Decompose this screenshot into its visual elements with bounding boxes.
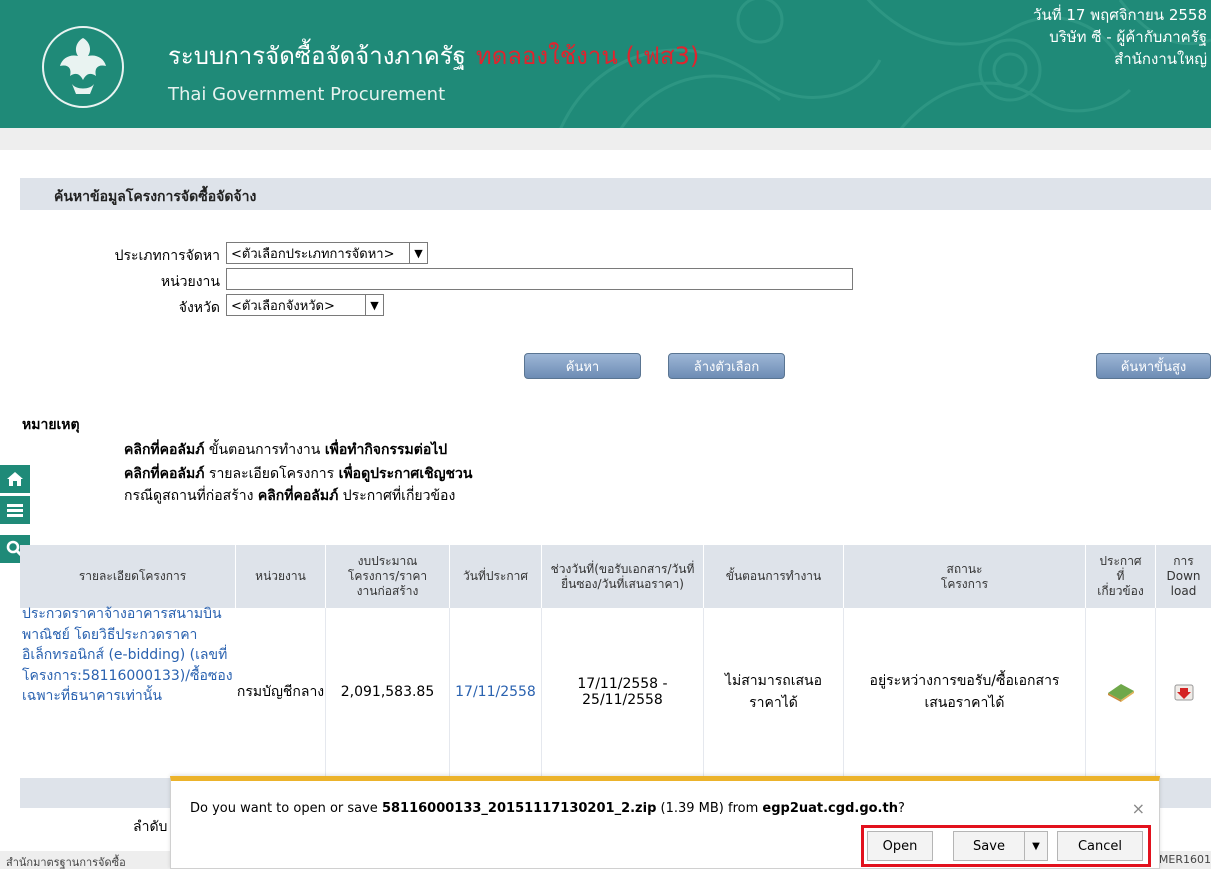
menu-icon[interactable] — [0, 496, 30, 524]
close-icon[interactable]: × — [1132, 799, 1145, 818]
save-options-dropdown[interactable]: ▼ — [1024, 831, 1048, 861]
col-download[interactable]: การ Down load — [1156, 545, 1211, 608]
open-button[interactable]: Open — [867, 831, 933, 861]
current-date: วันที่ 17 พฤศจิกายน 2558 — [1033, 6, 1207, 24]
chevron-down-icon: ▼ — [409, 243, 427, 263]
search-button[interactable]: ค้นหา — [524, 353, 641, 379]
download-icon[interactable] — [1173, 682, 1195, 702]
branch-name: สำนักงานใหญ่ — [1114, 50, 1207, 68]
col-period[interactable]: ช่วงวันที่(ขอรับเอกสาร/วันที่ยื่นซอง/วัน… — [542, 545, 704, 608]
row-download — [1156, 608, 1211, 776]
save-button[interactable]: Save — [953, 831, 1025, 861]
site-header: ระบบการจัดซื้อจัดจ้างภาครัฐ ทดลองใช้งาน (… — [0, 0, 1211, 128]
cancel-button[interactable]: Cancel — [1057, 831, 1143, 861]
row-period: 17/11/2558 - 25/11/2558 — [542, 608, 704, 776]
project-detail-link[interactable]: ประกวดราคาจ้างอาคารสนามบินพาณิชย์ โดยวิธ… — [22, 604, 234, 707]
col-status[interactable]: สถานะโครงการ — [844, 545, 1086, 608]
test-phase-label: ทดลองใช้งาน (เฟส3) — [475, 42, 700, 70]
province-select-value: <ตัวเลือกจังหวัด> — [231, 298, 335, 314]
clear-button[interactable]: ล้างตัวเลือก — [668, 353, 785, 379]
related-announcement-icon[interactable] — [1106, 681, 1136, 703]
system-title: ระบบการจัดซื้อจัดจ้างภาครัฐ ทดลองใช้งาน (… — [168, 36, 699, 75]
province-label: จังหวัด — [178, 300, 220, 316]
footer-agency-text: สำนักมาตรฐานการจัดซื้อ — [6, 856, 126, 869]
province-select[interactable]: <ตัวเลือกจังหวัด> ▼ — [226, 294, 384, 316]
user-info: วันที่ 17 พฤศจิกายน 2558 บริษัท ซี - ผู้… — [1033, 4, 1207, 70]
method-label: ประเภทการจัดหา — [114, 248, 220, 264]
download-notification-bar: Do you want to open or save 58116000133_… — [170, 776, 1160, 869]
col-step[interactable]: ขั้นตอนการทำงาน — [704, 545, 844, 608]
footer-code: MER1601 — [1158, 853, 1211, 866]
notes-heading: หมายเหตุ — [22, 417, 80, 433]
advanced-search-button[interactable]: ค้นหาขั้นสูง — [1096, 353, 1211, 379]
col-related[interactable]: ประกาศที่เกี่ยวข้อง — [1086, 545, 1156, 608]
header-divider — [0, 128, 1211, 150]
download-file-name: 58116000133_20151117130201_2.zip — [381, 801, 657, 816]
agency-input[interactable] — [226, 268, 853, 290]
row-related — [1086, 608, 1156, 776]
row-announce-date-link[interactable]: 17/11/2558 — [450, 608, 542, 776]
system-title-english: Thai Government Procurement — [168, 84, 446, 105]
footer-label: ลำดับ — [133, 819, 168, 835]
note-line-1: คลิกที่คอลัมภ์ ขั้นตอนการทำงาน เพื่อทำกิ… — [124, 442, 448, 458]
note-line-3: กรณีดูสถานที่ก่อสร้าง คลิกที่คอลัมภ์ ประ… — [124, 488, 456, 504]
method-select-value: <ตัวเลือกประเภทการจัดหา> — [231, 246, 395, 262]
download-host: egp2uat.cgd.go.th — [762, 801, 898, 816]
col-agency[interactable]: หน่วยงาน — [236, 545, 326, 608]
col-announce-date[interactable]: วันที่ประกาศ — [450, 545, 542, 608]
row-agency: กรมบัญชีกลาง — [236, 608, 326, 776]
row-step[interactable]: ไม่สามารถเสนอ ราคาได้ — [704, 608, 844, 776]
chevron-down-icon: ▼ — [365, 295, 383, 315]
method-select[interactable]: <ตัวเลือกประเภทการจัดหา> ▼ — [226, 242, 428, 264]
col-budget[interactable]: งบประมาณโครงการ/ราคางานก่อสร้าง — [326, 545, 450, 608]
row-budget: 2,091,583.85 — [326, 608, 450, 776]
search-panel-title: ค้นหาข้อมูลโครงการจัดซื้อจัดจ้าง — [54, 189, 257, 205]
download-message: Do you want to open or save 58116000133_… — [190, 801, 905, 816]
company-name: บริษัท ซี - ผู้ค้ากับภาครัฐ — [1049, 28, 1207, 46]
note-line-2: คลิกที่คอลัมภ์ รายละเอียดโครงการ เพื่อดู… — [124, 466, 473, 482]
system-title-thai: ระบบการจัดซื้อจัดจ้างภาครัฐ — [168, 42, 466, 70]
col-detail[interactable]: รายละเอียดโครงการ — [30, 545, 236, 608]
agency-label: หน่วยงาน — [160, 274, 220, 290]
row-status: อยู่ระหว่างการขอรับ/ซื้อเอกสาร เสนอราคาไ… — [844, 608, 1086, 776]
home-icon[interactable] — [0, 465, 30, 493]
garuda-logo — [42, 26, 124, 108]
